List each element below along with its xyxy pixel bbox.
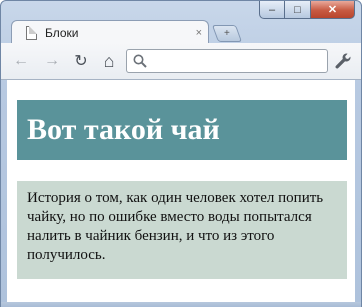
new-tab-button[interactable]: + [211, 25, 243, 42]
maximize-button[interactable]: □ [285, 1, 311, 19]
document-icon [26, 25, 37, 40]
wrench-icon [335, 53, 351, 69]
home-button[interactable]: ⌂ [99, 51, 119, 71]
story-paragraph: История о том, как один человек хотел по… [27, 190, 324, 263]
tab-active[interactable]: Блоки × [11, 20, 209, 44]
reload-button[interactable]: ↻ [71, 51, 91, 71]
heading-block: Вот такой чай [17, 100, 347, 160]
address-bar[interactable] [126, 49, 328, 73]
home-icon: ⌂ [103, 50, 115, 71]
minimize-button[interactable]: – [259, 1, 285, 19]
page-content: Вот такой чай История о том, как один че… [7, 80, 355, 302]
reload-icon: ↻ [74, 53, 88, 70]
forward-arrow-icon: → [44, 52, 60, 69]
settings-menu-button[interactable] [333, 51, 353, 71]
address-input[interactable] [149, 52, 327, 72]
text-block: История о том, как один человек хотел по… [17, 181, 347, 279]
plus-icon: + [224, 28, 230, 39]
tab-title: Блоки [45, 25, 79, 40]
page-heading: Вот такой чай [27, 113, 220, 146]
search-icon [133, 54, 147, 68]
tab-close-icon[interactable]: × [196, 27, 202, 39]
back-button[interactable]: ← [11, 51, 31, 71]
browser-window: – □ ✕ Блоки × + ← → ↻ ⌂ Вот такой чай Ис… [0, 0, 362, 307]
back-arrow-icon: ← [13, 52, 29, 69]
window-bottom-border [1, 302, 361, 307]
toolbar: ← → ↻ ⌂ [1, 43, 361, 80]
window-controls: – □ ✕ [259, 1, 355, 19]
close-window-button[interactable]: ✕ [311, 1, 355, 19]
forward-button[interactable]: → [42, 51, 62, 71]
